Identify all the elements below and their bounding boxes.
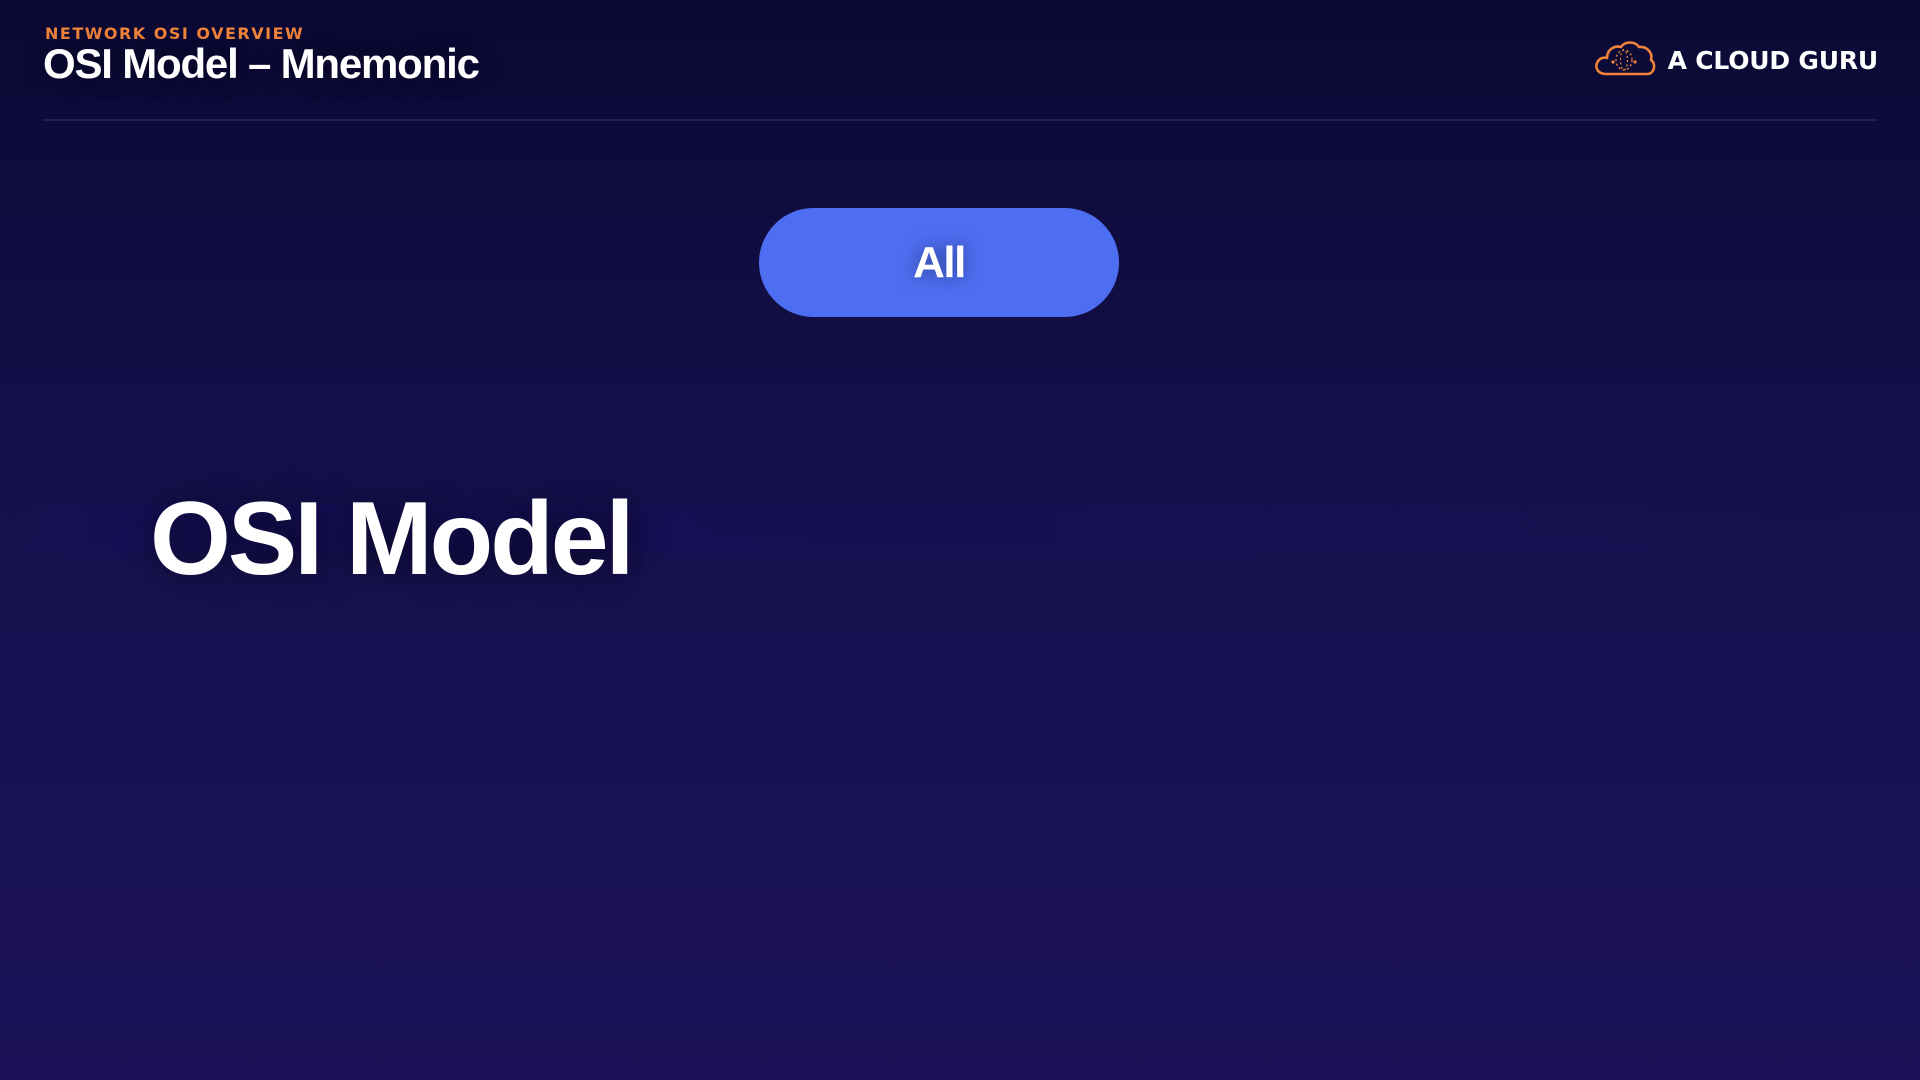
cloud-logo-icon	[1594, 41, 1655, 76]
osi-model-heading: OSI Model	[150, 481, 634, 597]
all-filter-label: All	[913, 237, 966, 287]
slide-title: OSI Model – Mnemonic	[43, 40, 480, 87]
header-divider	[43, 119, 1877, 121]
slide-header: NETWORK OSI OVERVIEW OSI Model – Mnemoni…	[0, 0, 1920, 122]
brand-name: A CLOUD GURU	[1667, 45, 1879, 75]
brand-logo: A CLOUD GURU	[1592, 38, 1878, 82]
all-filter-button[interactable]: All	[759, 208, 1119, 317]
